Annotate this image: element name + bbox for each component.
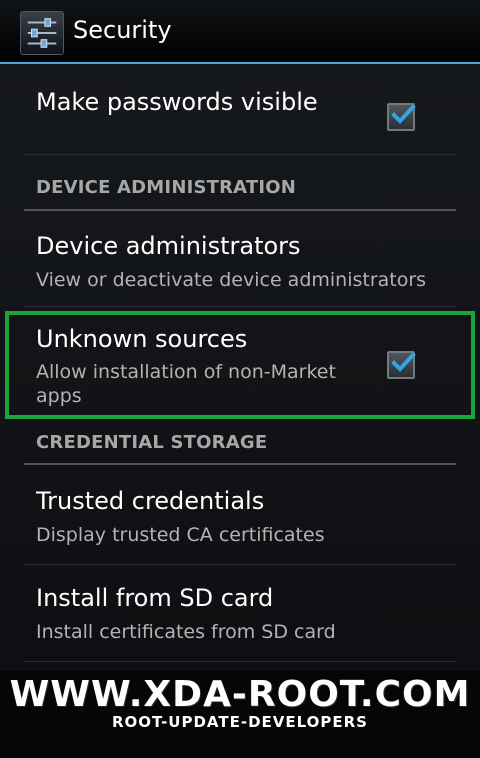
category-credential-storage: CREDENTIAL STORAGE [36, 432, 268, 453]
passwords-visible-checkbox[interactable] [387, 103, 416, 131]
pref-make-passwords-visible[interactable]: Make passwords visible [24, 80, 456, 154]
divider [24, 661, 456, 662]
watermark-tagline: ROOT-UPDATE-DEVELOPERS [111, 713, 368, 731]
divider [24, 154, 456, 155]
pref-summary: View or deactivate device administrators [36, 269, 427, 291]
watermark: WWW.XDA-ROOT.COM ROOT-UPDATE-DEVELOPERS [0, 671, 480, 758]
pref-title: Trusted credentials [36, 487, 265, 515]
highlight-box [5, 311, 475, 419]
pref-device-administrators[interactable]: Device administrators View or deactivate… [24, 214, 456, 306]
category-divider [24, 463, 456, 465]
settings-sliders-icon[interactable] [20, 11, 64, 55]
checkmark-icon [391, 104, 416, 124]
category-divider [24, 209, 456, 211]
pref-summary: Display trusted CA certificates [36, 524, 325, 546]
pref-install-from-sd-card[interactable]: Install from SD card Install certificate… [24, 565, 456, 661]
pref-title: Make passwords visible [36, 88, 318, 116]
page-title: Security [73, 16, 172, 44]
pref-trusted-credentials[interactable]: Trusted credentials Display trusted CA c… [24, 468, 456, 564]
action-bar: Security [0, 0, 480, 64]
watermark-url: WWW.XDA-ROOT.COM [9, 674, 471, 715]
category-device-administration: DEVICE ADMINISTRATION [36, 177, 297, 198]
pref-summary: Install certificates from SD card [36, 621, 336, 643]
pref-title: Device administrators [36, 232, 301, 260]
security-settings-screen: Security Make passwords visible DEVICE A… [0, 0, 480, 758]
pref-title: Install from SD card [36, 584, 274, 612]
